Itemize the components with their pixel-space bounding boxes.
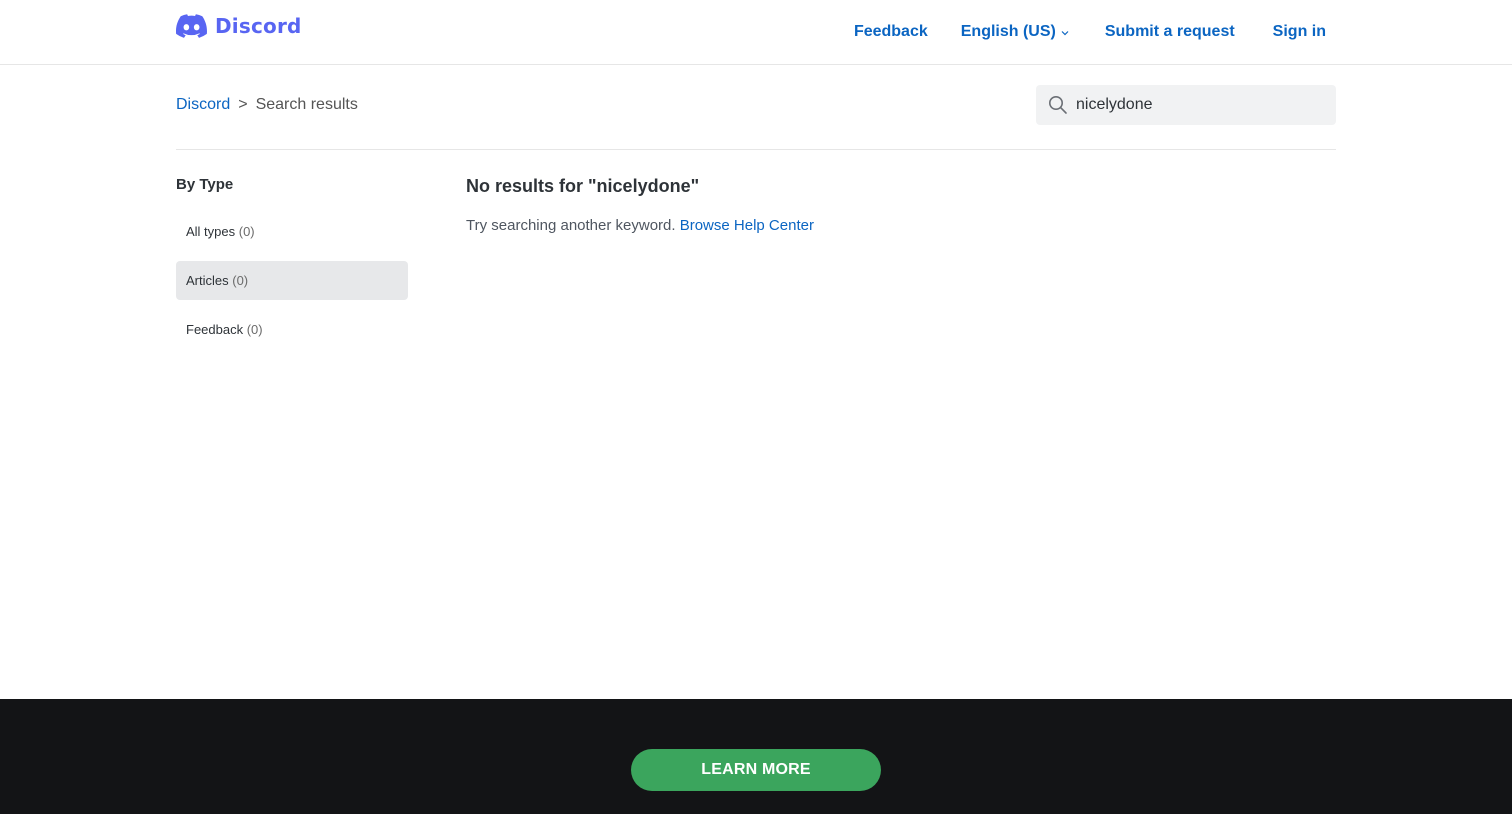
search-input[interactable] [1076, 85, 1326, 125]
search-icon [1049, 96, 1067, 114]
hint-text: Try searching another keyword. [466, 217, 680, 234]
filter-articles[interactable]: Articles (0) [176, 261, 408, 300]
filter-count: (0) [238, 224, 255, 239]
language-selector[interactable]: English (US) [961, 20, 1070, 44]
filter-label: Feedback [186, 322, 247, 337]
top-nav: Feedback English (US) Submit a request S… [854, 20, 1326, 44]
browse-help-center-link[interactable]: Browse Help Center [680, 217, 814, 234]
breadcrumb: Discord > Search results [176, 96, 358, 114]
search-box[interactable] [1036, 85, 1336, 125]
filter-count: (0) [246, 322, 263, 337]
sign-in-link[interactable]: Sign in [1273, 20, 1326, 44]
site-header: Discord Feedback English (US) Submit a r… [0, 0, 1512, 65]
learn-more-button[interactable]: LEARN MORE [631, 749, 881, 791]
footer-banner: LEARN MORE [0, 699, 1512, 814]
no-results-hint: Try searching another keyword. Browse He… [466, 217, 814, 234]
nav-feedback-link[interactable]: Feedback [854, 20, 928, 44]
sub-header: Discord > Search results [176, 85, 1336, 150]
breadcrumb-current: Search results [255, 96, 358, 113]
filter-heading: By Type [176, 176, 234, 193]
no-results-title: No results for "nicelydone" [466, 176, 700, 196]
filter-label: All types [186, 224, 239, 239]
breadcrumb-separator: > [238, 96, 248, 113]
chevron-down-icon [1061, 30, 1069, 35]
discord-logo-icon [176, 14, 207, 38]
filter-feedback[interactable]: Feedback (0) [176, 310, 408, 349]
breadcrumb-home-link[interactable]: Discord [176, 96, 230, 114]
filter-label: Articles [186, 273, 233, 288]
language-label: English (US) [960, 23, 1056, 40]
logo-text: Discord [215, 14, 302, 38]
filter-count: (0) [232, 273, 249, 288]
discord-logo[interactable]: Discord [176, 14, 302, 38]
submit-request-link[interactable]: Submit a request [1105, 20, 1235, 44]
filter-all-types[interactable]: All types (0) [176, 212, 408, 251]
search-results: No results for "nicelydone" Try searchin… [466, 176, 814, 234]
filter-sidebar: By Type All types (0) Articles (0) Feedb… [176, 176, 408, 349]
